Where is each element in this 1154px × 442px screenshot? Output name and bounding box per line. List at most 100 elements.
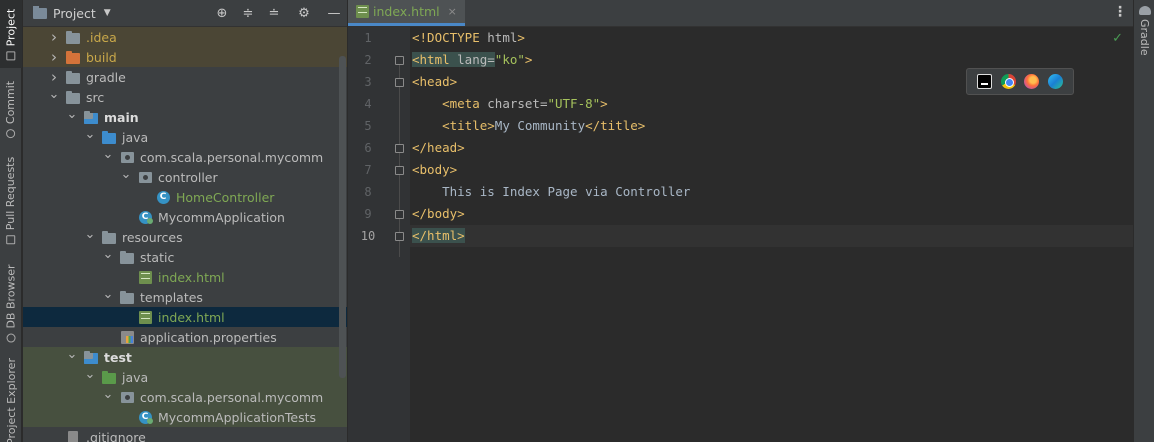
more-options-icon[interactable]: ⋮ <box>1113 4 1127 20</box>
locate-icon[interactable]: ⊕ <box>209 0 235 27</box>
fold-marker-icon[interactable] <box>395 232 404 241</box>
module-folder-icon <box>83 350 99 364</box>
line-number[interactable]: 5 <box>348 115 388 137</box>
chevron-down-icon[interactable]: ⌄ <box>65 107 79 122</box>
tree-item[interactable]: ⌄ com.scala.personal.mycomm <box>23 387 347 407</box>
chevron-down-icon[interactable]: ⌄ <box>119 167 133 182</box>
code-line[interactable]: </head> <box>410 137 1133 159</box>
chevron-down-icon[interactable]: ⌄ <box>47 87 61 102</box>
collapse-all-icon[interactable]: ≐ <box>261 0 287 27</box>
tree-item[interactable]: ⌄ controller <box>23 167 347 187</box>
chevron-right-icon[interactable]: › <box>47 68 61 86</box>
tree-item[interactable]: ⌄ resources <box>23 227 347 247</box>
tree-item-label: java <box>122 129 149 145</box>
line-number[interactable]: 6 <box>348 137 388 159</box>
tool-tab-commit[interactable]: Commit <box>0 76 22 142</box>
fold-marker-icon[interactable] <box>395 56 404 65</box>
code-token: </title> <box>585 118 646 133</box>
code-line[interactable]: <title>My Community</title> <box>410 115 1133 137</box>
line-number[interactable]: 7 <box>348 159 388 181</box>
chevron-right-icon[interactable]: › <box>47 28 61 46</box>
expand-all-icon[interactable]: ≑ <box>235 0 261 27</box>
fold-marker-icon[interactable] <box>395 144 404 153</box>
editor-tab-label: index.html <box>373 3 440 19</box>
fold-rail <box>399 57 400 257</box>
tree-item[interactable]: ⌄ test <box>23 347 347 367</box>
test-folder-icon-glyph <box>102 370 116 384</box>
code-line[interactable]: <!DOCTYPE html> <box>410 27 1133 49</box>
chevron-down-icon[interactable]: ⌄ <box>101 287 115 302</box>
tree-item[interactable]: ⌄ com.scala.personal.mycomm <box>23 147 347 167</box>
tree-item[interactable]: › .idea <box>23 27 347 47</box>
code-line[interactable]: </html> <box>410 225 1133 247</box>
html-file-icon <box>137 270 153 284</box>
tree-item[interactable]: ›CMycommApplication <box>23 207 347 227</box>
code-token: > <box>524 52 533 67</box>
tree-item[interactable]: ›index.html <box>23 267 347 287</box>
tree-item[interactable]: ⌄ main <box>23 107 347 127</box>
tree-item-label: application.properties <box>140 329 277 345</box>
code-line[interactable]: <body> <box>410 159 1133 181</box>
inspection-ok-icon[interactable]: ✓ <box>1112 31 1123 46</box>
line-number[interactable]: 10 <box>348 225 388 247</box>
chevron-down-icon[interactable]: ⌄ <box>101 147 115 162</box>
module-folder-icon-glyph <box>84 350 98 364</box>
editor-tab-index-html[interactable]: index.html × <box>348 0 465 26</box>
tree-item[interactable]: ⌄ java <box>23 127 347 147</box>
tree-item[interactable]: › gradle <box>23 67 347 87</box>
tree-item[interactable]: ›.gitignore <box>23 427 347 442</box>
fold-marker-icon[interactable] <box>395 78 404 87</box>
chevron-down-icon[interactable]: ⌄ <box>83 367 97 382</box>
tool-tab-gradle[interactable]: Gradle <box>1134 6 1154 56</box>
folder-icon <box>119 250 135 264</box>
project-view-selector[interactable]: Project <box>53 6 96 21</box>
line-number[interactable]: 1 <box>348 27 388 49</box>
source-folder-icon <box>101 130 117 144</box>
tree-item[interactable]: › build <box>23 47 347 67</box>
chevron-down-icon[interactable]: ⌄ <box>101 387 115 402</box>
chevron-right-icon[interactable]: › <box>47 48 61 66</box>
line-number[interactable]: 4 <box>348 93 388 115</box>
code-line[interactable]: <meta charset="UTF-8"> <box>410 93 1133 115</box>
tree-item-label: index.html <box>158 309 225 325</box>
tree-item[interactable]: ›application.properties <box>23 327 347 347</box>
database-icon <box>6 333 16 343</box>
chevron-down-icon[interactable]: ⌄ <box>83 227 97 242</box>
chevron-down-icon[interactable]: ⌄ <box>65 347 79 362</box>
fold-marker-icon[interactable] <box>395 210 404 219</box>
line-number[interactable]: 8 <box>348 181 388 203</box>
tree-item[interactable]: ⌄ static <box>23 247 347 267</box>
intellij-icon[interactable] <box>977 74 993 89</box>
chrome-icon[interactable] <box>1000 74 1016 89</box>
file-icon <box>65 430 81 442</box>
line-number[interactable]: 9 <box>348 203 388 225</box>
fold-marker-icon[interactable] <box>395 166 404 175</box>
tree-item[interactable]: ›CMycommApplicationTests <box>23 407 347 427</box>
code-line[interactable]: </body> <box>410 203 1133 225</box>
hide-icon[interactable]: — <box>321 0 347 27</box>
project-scrollbar[interactable] <box>339 56 346 378</box>
edge-icon[interactable] <box>1047 74 1063 89</box>
close-icon[interactable]: × <box>448 5 457 18</box>
firefox-icon[interactable] <box>1024 74 1040 89</box>
tree-item[interactable]: ›index.html <box>23 307 347 327</box>
tree-item[interactable]: ⌄ templates <box>23 287 347 307</box>
chevron-down-icon[interactable]: ▼ <box>104 8 111 18</box>
code-token: </head> <box>412 140 465 155</box>
tool-tab-db-browser[interactable]: DB Browser <box>0 258 22 348</box>
chevron-down-icon[interactable]: ⌄ <box>101 247 115 262</box>
line-number[interactable]: 2 <box>348 49 388 71</box>
chevron-down-icon[interactable]: ⌄ <box>83 127 97 142</box>
code-line[interactable]: This is Index Page via Controller <box>410 181 1133 203</box>
tree-item[interactable]: ⌄ java <box>23 367 347 387</box>
line-number[interactable]: 3 <box>348 71 388 93</box>
code-token: html <box>487 30 518 45</box>
code-token: </body> <box>412 206 465 221</box>
gear-icon[interactable]: ⚙ <box>287 0 321 27</box>
tool-tab-project[interactable]: Project <box>0 0 22 68</box>
tool-tab-pull-requests[interactable]: Pull Requests <box>0 150 22 250</box>
project-tree: › .idea › build › gradle ⌄ src ⌄ main ⌄ java ⌄ com.sc… <box>23 27 347 442</box>
tree-item[interactable]: ⌄ src <box>23 87 347 107</box>
tool-tab-project-explorer[interactable]: Project Explorer <box>0 358 22 442</box>
tree-item[interactable]: ›CHomeController <box>23 187 347 207</box>
